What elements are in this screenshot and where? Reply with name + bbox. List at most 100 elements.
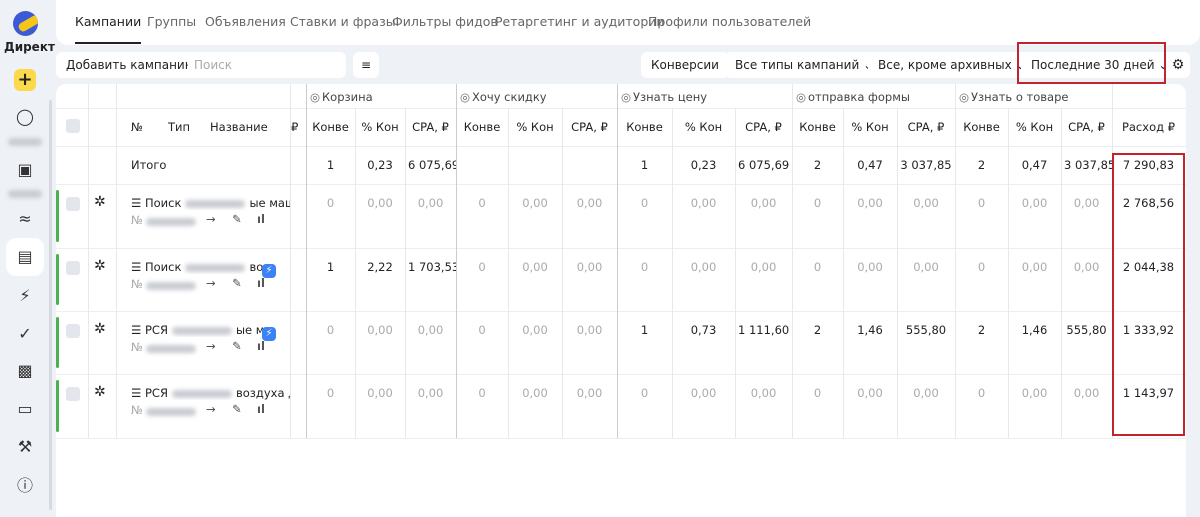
metric-value: 0	[478, 196, 486, 210]
arrow-right-icon[interactable]: →	[206, 402, 216, 416]
total-value: 3 037,85	[1064, 158, 1112, 172]
settings-gear-icon[interactable]: ⚙	[1166, 52, 1190, 78]
column-conversion-rate[interactable]: % Кон	[355, 120, 405, 134]
campaigns-icon[interactable]: ▤	[6, 238, 44, 276]
select-all-checkbox[interactable]	[66, 119, 80, 133]
edit-pencil-icon[interactable]: ✎	[232, 212, 242, 226]
row-checkbox[interactable]	[66, 261, 80, 275]
column-cpa[interactable]: CPA, ₽	[735, 120, 792, 134]
tab-campaigns[interactable]: Кампании	[75, 14, 142, 44]
metric-value: 0	[977, 196, 986, 210]
column-cpa[interactable]: CPA, ₽	[405, 120, 456, 134]
metric-value: 0	[977, 260, 986, 274]
metric-value: 0,00	[913, 196, 939, 210]
row-checkbox[interactable]	[66, 324, 80, 338]
stats-bar-icon[interactable]: ıl	[257, 402, 265, 416]
row-checkbox[interactable]	[66, 197, 80, 211]
metric-value: 0	[478, 260, 486, 274]
stats-icon[interactable]: ≈	[10, 204, 40, 234]
target-icon: ◎	[959, 90, 970, 104]
column-cpa[interactable]: CPA, ₽	[1061, 120, 1112, 134]
column-conversions[interactable]: Конве	[955, 120, 1008, 134]
status-select[interactable]: Все, кроме архивных ⌄	[868, 52, 1036, 78]
blurred-number	[146, 282, 196, 290]
search-input[interactable]	[188, 52, 346, 78]
column-conversion-rate[interactable]: % Кон	[508, 120, 562, 134]
campaign-types-select[interactable]: Все типы кампаний ⌄	[725, 52, 884, 78]
conversions-button[interactable]: Конверсии	[641, 52, 729, 78]
stats-bar-icon[interactable]: ıl	[257, 212, 265, 226]
wallet-icon[interactable]: ▣	[10, 155, 40, 185]
metric-value: 0	[977, 386, 986, 400]
edit-pencil-icon[interactable]: ✎	[232, 402, 242, 416]
wrench-icon[interactable]: ⚒	[10, 432, 40, 462]
metric-value: 0,00	[367, 196, 393, 210]
target-icon: ◎	[621, 90, 632, 104]
layers-icon[interactable]: ▭	[10, 394, 40, 424]
row-divider	[56, 146, 1186, 147]
arrow-right-icon[interactable]: →	[206, 212, 216, 226]
stats-bar-icon[interactable]: ıl	[257, 276, 265, 290]
create-button[interactable]: +	[14, 69, 36, 91]
column-number[interactable]: №	[131, 120, 143, 134]
row-checkbox[interactable]	[66, 387, 80, 401]
column-type[interactable]: Тип	[168, 120, 190, 134]
status-indicator	[56, 190, 59, 242]
column-name[interactable]: Название	[210, 120, 268, 134]
chart-icon[interactable]: ▩	[10, 356, 40, 386]
metric-value: 0,73	[690, 323, 717, 337]
add-campaign-button[interactable]: Добавить кампанию	[56, 52, 205, 78]
tab-feed-filters[interactable]: Фильтры фидов	[392, 14, 498, 29]
blurred-label	[8, 189, 42, 198]
user-icon[interactable]: ◯	[10, 102, 40, 132]
metric-value: 1,46	[857, 323, 883, 337]
blurred-label	[8, 137, 42, 146]
column-cpa[interactable]: CPA, ₽	[562, 120, 617, 134]
arrow-right-icon[interactable]: →	[206, 276, 216, 290]
campaign-type-icon: ☰	[131, 323, 142, 337]
column-conversions[interactable]: Конве	[792, 120, 843, 134]
campaign-name[interactable]: РСЯ ые ма	[145, 323, 263, 337]
gear-icon[interactable]: ✲	[94, 194, 106, 210]
column-conversion-rate[interactable]: % Кон	[672, 120, 735, 134]
campaign-type: РСЯ	[145, 386, 168, 400]
campaign-name[interactable]: Поиск воз	[145, 260, 263, 274]
column-conversion-rate[interactable]: % Кон	[1008, 120, 1061, 134]
gear-icon[interactable]: ✲	[94, 321, 106, 337]
target-icon: ◎	[460, 90, 471, 104]
tab-groups[interactable]: Группы	[147, 14, 196, 29]
metric-value: 555,80	[905, 323, 947, 337]
metric-value: 0,00	[690, 260, 717, 274]
lightning-icon[interactable]: ⚡︎	[10, 281, 40, 311]
campaign-name[interactable]: РСЯ воздуха д	[145, 386, 290, 400]
tab-bids[interactable]: Ставки и фразы	[290, 14, 396, 29]
tab-retargeting[interactable]: Ретаргетинг и аудитории	[495, 14, 665, 29]
check-icon[interactable]: ✓	[10, 319, 40, 349]
metric-value: 0,00	[1073, 386, 1100, 400]
gear-icon[interactable]: ✲	[94, 258, 106, 274]
info-icon[interactable]: ⓘ	[10, 471, 40, 501]
campaign-name-tail: ые ма	[235, 323, 263, 337]
stats-bar-icon[interactable]: ıl	[257, 339, 265, 353]
metric-value: 0,00	[417, 196, 444, 210]
column-spend[interactable]: Расход ₽	[1112, 120, 1185, 134]
campaign-type: Поиск	[145, 196, 182, 210]
filter-settings-icon[interactable]: ≡	[353, 52, 379, 78]
campaign-name[interactable]: Поиск ые маши	[145, 196, 290, 210]
arrow-right-icon[interactable]: →	[206, 339, 216, 353]
direct-logo[interactable]	[13, 11, 38, 36]
column-cpa[interactable]: CPA, ₽	[897, 120, 955, 134]
column-conversions[interactable]: Конве	[306, 120, 355, 134]
sidebar-scrollbar[interactable]	[49, 100, 52, 510]
column-conversions[interactable]: Конве	[617, 120, 672, 134]
edit-pencil-icon[interactable]: ✎	[232, 276, 242, 290]
column-conversion-rate[interactable]: % Кон	[843, 120, 897, 134]
tab-user-profiles[interactable]: Профили пользователей	[648, 14, 811, 29]
gear-icon[interactable]: ✲	[94, 384, 106, 400]
tab-ads[interactable]: Объявления	[205, 14, 286, 29]
row-divider	[56, 438, 1186, 439]
column-conversions[interactable]: Конве	[456, 120, 508, 134]
metric-value: 0,00	[576, 196, 603, 210]
edit-pencil-icon[interactable]: ✎	[232, 339, 242, 353]
metric-value: 0,00	[857, 260, 883, 274]
